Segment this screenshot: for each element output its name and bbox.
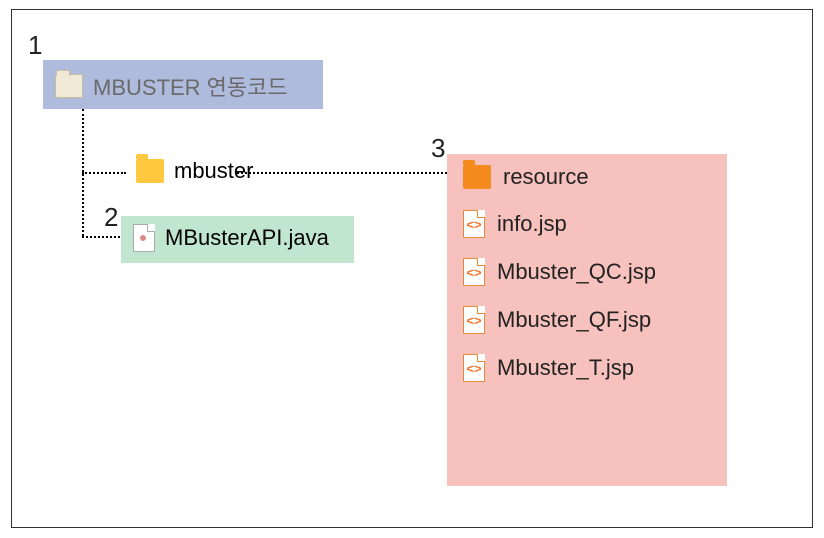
- api-file-node: MBusterAPI.java: [121, 216, 354, 260]
- file-label: Mbuster_QF.jsp: [497, 307, 651, 333]
- folder-icon: [136, 159, 164, 183]
- annotation-1: 1: [28, 30, 42, 61]
- connector: [82, 172, 126, 174]
- jsp-file-icon: <>: [463, 210, 485, 238]
- folder-icon: [463, 165, 491, 189]
- resource-box: resource <> info.jsp <> Mbuster_QC.jsp <…: [447, 154, 727, 486]
- api-file-label: MBusterAPI.java: [165, 225, 329, 251]
- annotation-3: 3: [431, 133, 445, 164]
- connector: [237, 172, 447, 174]
- mbuster-folder-node: mbuster: [126, 152, 263, 190]
- file-label: Mbuster_QC.jsp: [497, 259, 656, 285]
- resource-folder-node: resource: [447, 154, 727, 200]
- annotation-2: 2: [104, 202, 118, 233]
- connector: [82, 109, 84, 236]
- root-folder-node: MBUSTER 연동코드: [43, 60, 323, 112]
- list-item: <> Mbuster_QC.jsp: [447, 248, 727, 296]
- file-label: info.jsp: [497, 211, 567, 237]
- jsp-file-icon: <>: [463, 306, 485, 334]
- list-item: <> Mbuster_QF.jsp: [447, 296, 727, 344]
- root-folder-label: MBUSTER 연동코드: [93, 70, 288, 102]
- resource-folder-label: resource: [503, 164, 589, 190]
- diagram-frame: 1 2 3 MBUSTER 연동코드 mbuster MBusterAPI.ja…: [11, 9, 813, 528]
- list-item: <> info.jsp: [447, 200, 727, 248]
- folder-icon: [55, 74, 83, 98]
- list-item: <> Mbuster_T.jsp: [447, 344, 727, 392]
- api-file-box: MBusterAPI.java: [121, 216, 354, 263]
- root-folder-box: MBUSTER 연동코드: [43, 60, 323, 109]
- file-label: Mbuster_T.jsp: [497, 355, 634, 381]
- connector: [82, 236, 120, 238]
- java-file-icon: [133, 224, 155, 252]
- jsp-file-icon: <>: [463, 354, 485, 382]
- mbuster-folder-label: mbuster: [174, 158, 253, 184]
- jsp-file-icon: <>: [463, 258, 485, 286]
